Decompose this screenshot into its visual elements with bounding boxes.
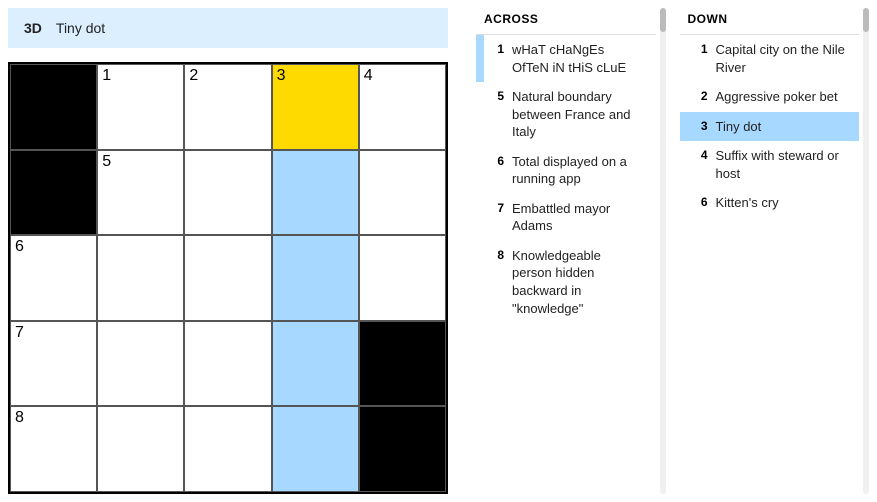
down-clue-list: 1 Capital city on the Nile River 2 Aggressi… — [680, 34, 860, 218]
grid-cell[interactable]: 5 — [97, 150, 184, 236]
grid-cell[interactable]: 4 — [359, 64, 446, 150]
down-clue-item[interactable]: 2 Aggressive poker bet — [680, 82, 860, 112]
clue-text: wHaT cHaNgEs OfTeN iN tHiS cLuE — [512, 41, 648, 76]
cell-number: 5 — [102, 153, 111, 171]
grid-cell[interactable] — [184, 150, 271, 236]
grid-cell-black — [359, 321, 446, 407]
down-header: DOWN — [680, 8, 860, 34]
clue-number: 1 — [688, 41, 708, 57]
down-clue-item[interactable]: 4 Suffix with steward or host — [680, 141, 860, 188]
grid-cell-black — [10, 150, 97, 236]
grid-cell[interactable] — [359, 235, 446, 321]
active-clue-text: Tiny dot — [56, 20, 105, 36]
grid-cell[interactable] — [272, 235, 359, 321]
grid-cell[interactable]: 1 — [97, 64, 184, 150]
grid-cell[interactable]: 3 — [272, 64, 359, 150]
grid-cell[interactable] — [272, 321, 359, 407]
grid-cell[interactable] — [359, 150, 446, 236]
grid-cell[interactable]: 8 — [10, 406, 97, 492]
grid-cell-black — [359, 406, 446, 492]
cell-number: 8 — [15, 409, 24, 427]
across-clue-item[interactable]: 5 Natural boundary between France and Ita… — [476, 82, 656, 147]
cell-number: 4 — [364, 67, 373, 85]
grid-cell[interactable] — [272, 406, 359, 492]
grid-cell[interactable]: 2 — [184, 64, 271, 150]
clue-number: 5 — [484, 88, 504, 104]
across-header: ACROSS — [476, 8, 656, 34]
down-clue-item[interactable]: 3 Tiny dot — [680, 112, 860, 142]
grid-cell[interactable] — [272, 150, 359, 236]
clue-text: Tiny dot — [716, 118, 852, 136]
active-clue-number: 3D — [24, 20, 42, 36]
clue-number: 8 — [484, 247, 504, 263]
active-clue-bar: 3D Tiny dot — [8, 8, 448, 48]
across-clue-item[interactable]: 6 Total displayed on a running app — [476, 147, 656, 194]
across-scrollbar[interactable] — [660, 8, 666, 494]
clue-number: 6 — [688, 194, 708, 210]
clue-number: 3 — [688, 118, 708, 134]
across-clue-list: 1 wHaT cHaNgEs OfTeN iN tHiS cLuE 5 Natural… — [476, 34, 656, 323]
clue-number: 6 — [484, 153, 504, 169]
clue-text: Suffix with steward or host — [716, 147, 852, 182]
down-clue-item[interactable]: 1 Capital city on the Nile River — [680, 35, 860, 82]
across-clue-item[interactable]: 8 Knowledgeable person hidden backward in… — [476, 241, 656, 323]
cell-number: 1 — [102, 67, 111, 85]
clue-text: Capital city on the Nile River — [716, 41, 852, 76]
grid-cell[interactable]: 7 — [10, 321, 97, 407]
clue-number: 1 — [484, 41, 504, 57]
crossword-grid[interactable]: 1 2 3 4 5 6 7 8 — [8, 62, 448, 494]
clue-text: Total displayed on a running app — [512, 153, 648, 188]
clue-number: 4 — [688, 147, 708, 163]
across-scroll-thumb[interactable] — [660, 8, 666, 32]
cell-number: 2 — [189, 67, 198, 85]
down-scroll-thumb[interactable] — [863, 8, 869, 32]
grid-cell[interactable] — [184, 321, 271, 407]
grid-cell[interactable] — [97, 406, 184, 492]
cell-number: 7 — [15, 324, 24, 342]
across-clue-item[interactable]: 7 Embattled mayor Adams — [476, 194, 656, 241]
grid-cell[interactable] — [97, 321, 184, 407]
grid-cell-black — [10, 64, 97, 150]
grid-cell[interactable] — [184, 235, 271, 321]
clue-text: Knowledgeable person hidden backward in … — [512, 247, 648, 317]
cell-number: 3 — [277, 67, 286, 85]
clue-text: Natural boundary between France and Ital… — [512, 88, 648, 141]
cell-number: 6 — [15, 238, 24, 256]
grid-cell[interactable] — [97, 235, 184, 321]
grid-cell[interactable]: 6 — [10, 235, 97, 321]
clue-text: Aggressive poker bet — [716, 88, 852, 106]
clue-text: Embattled mayor Adams — [512, 200, 648, 235]
across-clue-item[interactable]: 1 wHaT cHaNgEs OfTeN iN tHiS cLuE — [476, 35, 656, 82]
clue-text: Kitten's cry — [716, 194, 852, 212]
down-scrollbar[interactable] — [863, 8, 869, 494]
clue-number: 2 — [688, 88, 708, 104]
clue-number: 7 — [484, 200, 504, 216]
grid-cell[interactable] — [184, 406, 271, 492]
down-clue-item[interactable]: 6 Kitten's cry — [680, 188, 860, 218]
